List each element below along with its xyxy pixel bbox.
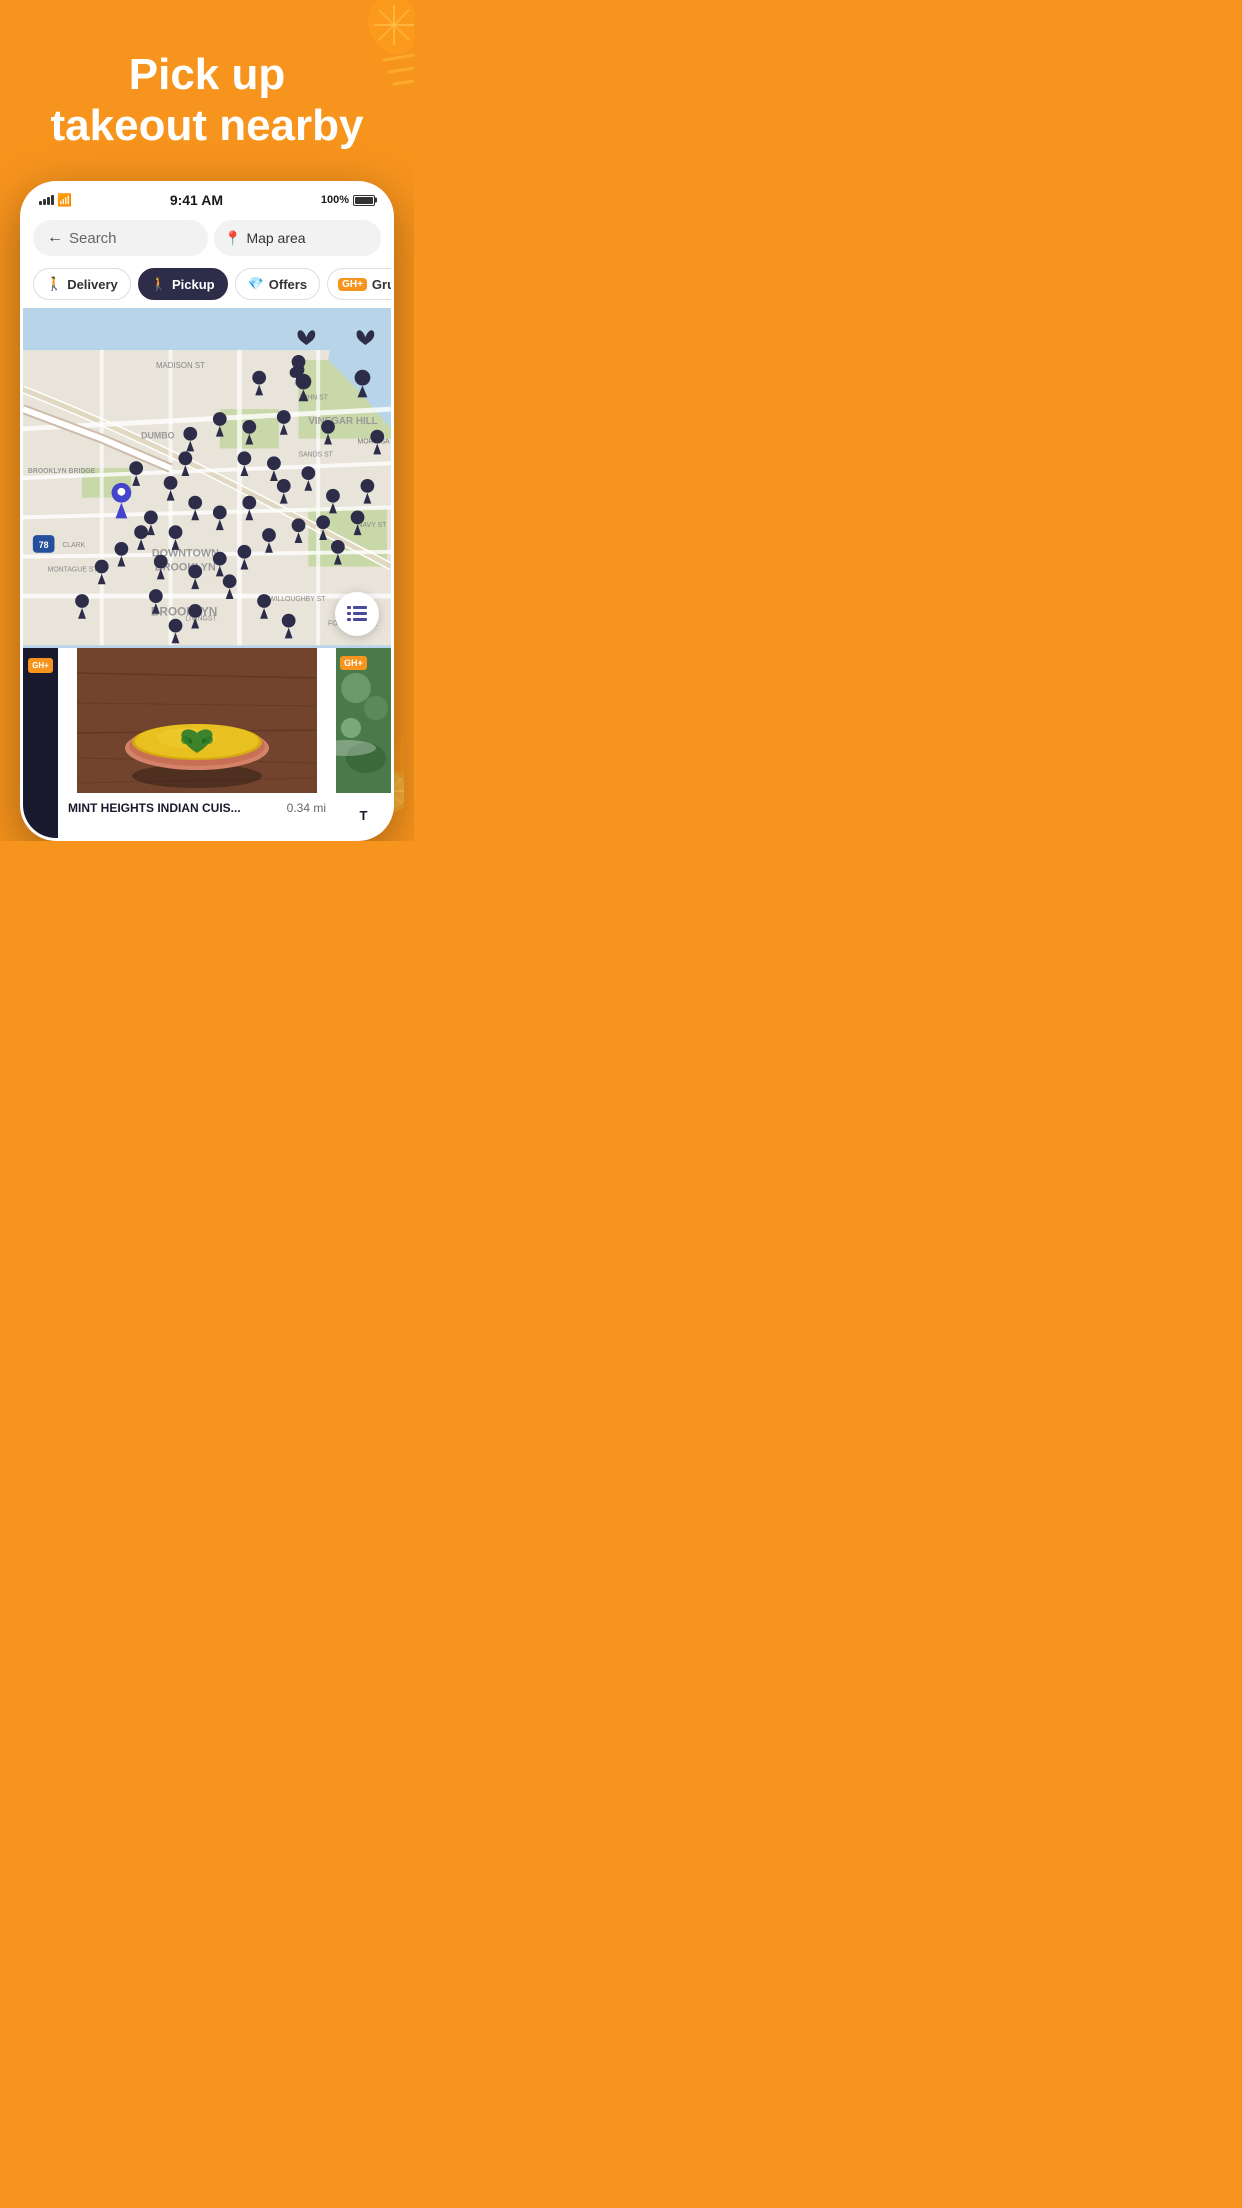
svg-text:MADISON ST: MADISON ST bbox=[156, 361, 205, 370]
pickup-label: Pickup bbox=[172, 277, 215, 292]
phone-mockup: 📶 9:41 AM 100% ← Search 📍 bbox=[20, 181, 394, 841]
chip-pickup[interactable]: 🚶 Pickup bbox=[138, 268, 228, 300]
gh-plus-badge-card: GH+ bbox=[340, 656, 367, 670]
svg-text:NAVY ST: NAVY ST bbox=[358, 522, 388, 529]
status-right: 100% bbox=[321, 194, 375, 206]
pickup-icon: 🚶 bbox=[151, 276, 167, 292]
page-title: Pick up takeout nearby bbox=[30, 50, 384, 151]
card-left-strip: GH+ bbox=[23, 648, 58, 838]
restaurant-image bbox=[58, 648, 336, 793]
chip-delivery[interactable]: 🚶 Delivery bbox=[33, 268, 131, 300]
location-selector[interactable]: 📍 Map area bbox=[214, 220, 381, 256]
svg-text:MONTAGUE ST: MONTAGUE ST bbox=[48, 567, 99, 574]
back-arrow-icon[interactable]: ← bbox=[47, 229, 63, 247]
svg-text:VINEGAR HILL: VINEGAR HILL bbox=[308, 416, 377, 427]
svg-text:BROOKLYN: BROOKLYN bbox=[151, 605, 217, 619]
svg-text:WILLOUGHBY ST: WILLOUGHBY ST bbox=[269, 596, 326, 603]
svg-text:CLARK: CLARK bbox=[62, 542, 85, 549]
wifi-icon: 📶 bbox=[57, 193, 72, 207]
card-right-label: T bbox=[360, 808, 368, 823]
svg-text:78: 78 bbox=[39, 540, 49, 550]
map-svg: MADISON ST JOHN ST MORRISA SANDS ST CLAR… bbox=[23, 308, 391, 648]
restaurant-name: MINT HEIGHTS INDIAN CUIS... bbox=[68, 801, 241, 815]
chip-grubhub-plus[interactable]: GH+ Gru bbox=[327, 268, 391, 300]
chip-offers[interactable]: 💎 Offers bbox=[235, 268, 320, 300]
list-icon bbox=[347, 606, 367, 622]
location-pin-icon: 📍 bbox=[224, 230, 241, 247]
search-input-container[interactable]: ← Search bbox=[33, 220, 208, 256]
delivery-icon: 🚶 bbox=[46, 276, 62, 292]
grubhub-plus-label: Gru bbox=[372, 277, 391, 292]
restaurant-cards-row: GH+ bbox=[23, 648, 391, 838]
status-left: 📶 bbox=[39, 193, 72, 207]
delivery-label: Delivery bbox=[67, 277, 118, 292]
search-placeholder[interactable]: Search bbox=[69, 230, 117, 247]
gh-plus-badge-vertical: GH+ bbox=[28, 658, 53, 673]
restaurant-distance: 0.34 mi bbox=[287, 801, 326, 815]
status-bar: 📶 9:41 AM 100% bbox=[23, 184, 391, 212]
svg-text:BROOKLYN BRIDGE: BROOKLYN BRIDGE bbox=[28, 468, 96, 475]
gh-plus-badge: GH+ bbox=[338, 278, 367, 291]
list-view-button[interactable] bbox=[335, 592, 379, 636]
map-area-label[interactable]: Map area bbox=[246, 230, 305, 246]
card-info: MINT HEIGHTS INDIAN CUIS... 0.34 mi bbox=[58, 793, 336, 823]
header: Pick up takeout nearby bbox=[0, 0, 414, 166]
svg-text:SANDS ST: SANDS ST bbox=[299, 452, 334, 459]
card-right-partial[interactable]: GH+ bbox=[336, 648, 391, 838]
map-container[interactable]: MADISON ST JOHN ST MORRISA SANDS ST CLAR… bbox=[23, 308, 391, 648]
search-bar-area: ← Search 📍 Map area bbox=[23, 212, 391, 264]
status-time: 9:41 AM bbox=[170, 192, 223, 208]
offers-label: Offers bbox=[269, 277, 307, 292]
filter-bar: 🚶 Delivery 🚶 Pickup 💎 Offers GH+ Gru bbox=[23, 264, 391, 308]
offers-icon: 💎 bbox=[248, 276, 264, 292]
restaurant-card-main[interactable]: MINT HEIGHTS INDIAN CUIS... 0.34 mi bbox=[58, 648, 336, 838]
svg-text:DUMBO: DUMBO bbox=[141, 431, 175, 441]
